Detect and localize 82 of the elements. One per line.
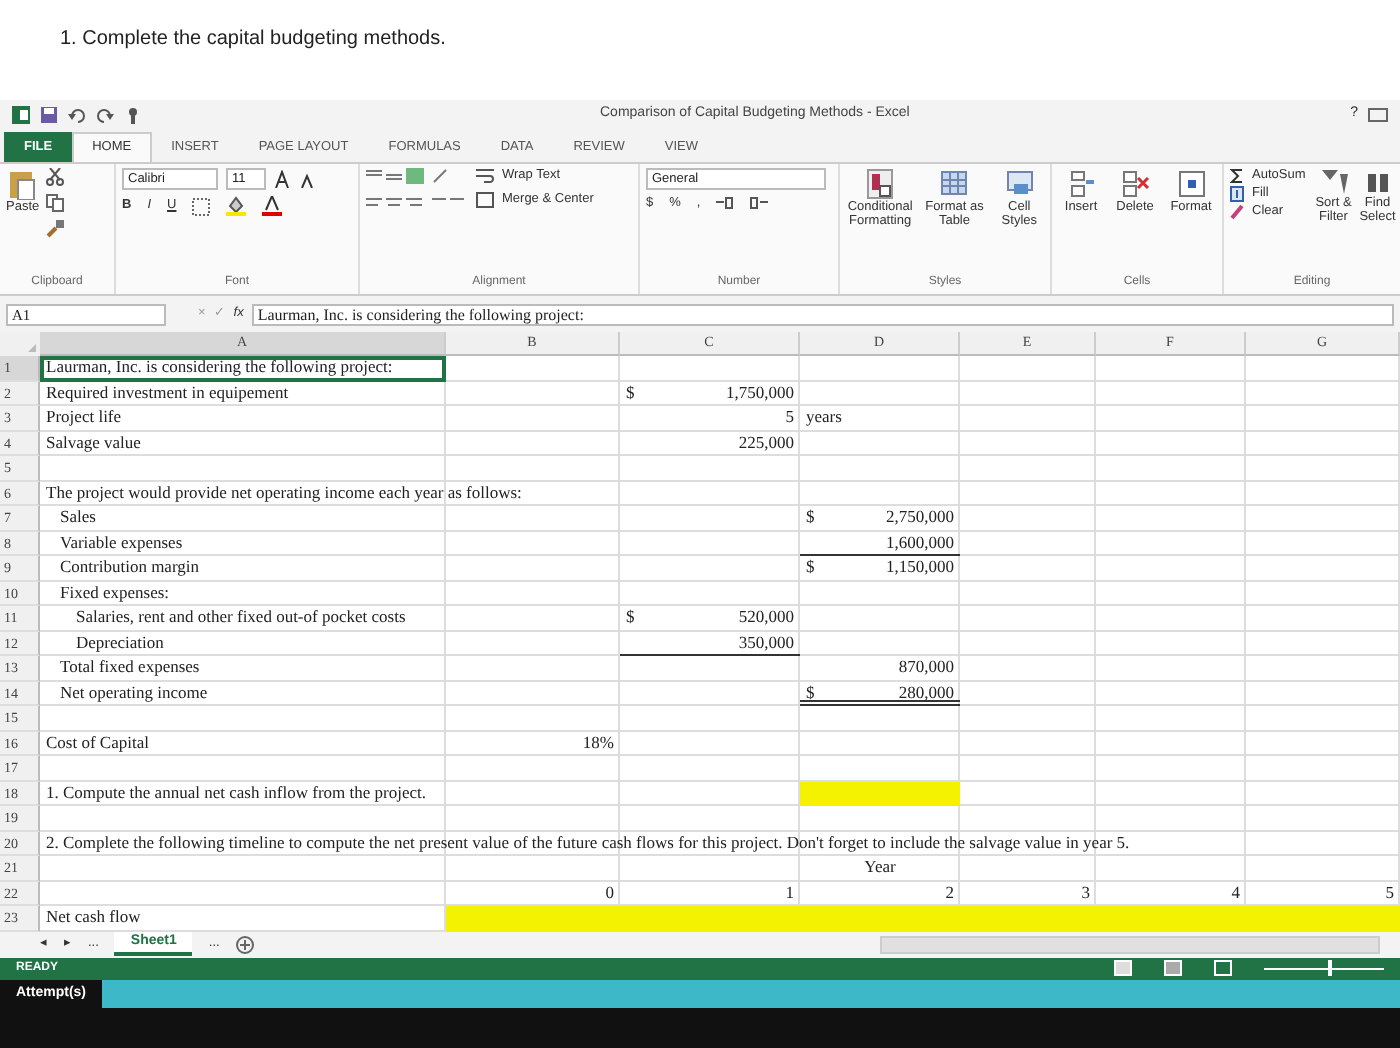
cell-text: Depreciation — [76, 631, 164, 656]
conditional-formatting-icon — [866, 168, 895, 200]
grow-font-icon[interactable] — [274, 170, 292, 188]
cell-text: Project life — [46, 406, 122, 430]
merge-cells-icon — [476, 192, 494, 208]
zoom-thumb[interactable] — [1327, 960, 1332, 976]
cell-value: 1 — [785, 881, 794, 905]
cell-text: Laurman, Inc. is considering the following project: — [46, 356, 393, 380]
cell-text: Required investment in equipement — [46, 381, 289, 406]
cell-text: The project would provide net operating income each year as follows: — [46, 481, 522, 506]
increase-decimal-icon[interactable] — [716, 196, 735, 211]
cell-text: Salvage value — [46, 431, 141, 456]
cell-value: 2 — [945, 881, 954, 905]
zoom-slider[interactable] — [1264, 960, 1384, 976]
copy-icon[interactable] — [45, 194, 64, 212]
cell-text: Net cash flow — [46, 906, 141, 930]
ribbon-display-icon[interactable] — [1368, 108, 1388, 122]
cell-value: 1,750,000 — [726, 381, 794, 405]
input-cell[interactable] — [446, 906, 620, 931]
undo-icon[interactable] — [68, 106, 86, 124]
cell-text: Salaries, rent and other fixed out-of pocket costs — [76, 606, 406, 630]
format-cells-icon — [1177, 168, 1205, 200]
currency-symbol: $ — [806, 506, 815, 530]
table-cell[interactable]: 350,000 — [620, 631, 800, 656]
cell-value: 18% — [582, 731, 614, 755]
cell-text: years — [806, 406, 842, 430]
cell-value: 350,000 — [738, 631, 794, 655]
cell-text: Sales — [60, 506, 96, 530]
input-cell[interactable] — [1246, 906, 1400, 931]
fill-down-icon — [1230, 186, 1244, 202]
cell-text: Fixed expenses: — [60, 581, 170, 606]
borders-icon[interactable] — [192, 197, 211, 215]
cell-value: 1,600,000 — [886, 531, 954, 555]
formula-field[interactable]: Laurman, Inc. is considering the following project: — [251, 303, 1394, 325]
cell-text: 2. Complete the following timeline to compute the net present value of the future cash flows for this project. Don't forget to include the salvage value in year 5. — [46, 831, 1130, 856]
delete-cells-icon — [1121, 168, 1150, 200]
cell-text: Year — [864, 856, 896, 880]
cell-text: 1. Compute the annual net cash inflow from the project. — [46, 781, 427, 806]
cell-text: Cost of Capital — [46, 731, 149, 756]
currency-symbol: $ — [806, 681, 815, 705]
page-break-icon[interactable] — [1214, 960, 1232, 976]
cell-value: 225,000 — [738, 431, 794, 455]
currency-symbol: $ — [806, 556, 815, 580]
redo-icon[interactable] — [96, 106, 114, 124]
cell-value: 280,000 — [898, 681, 954, 705]
shrink-font-icon[interactable] — [300, 170, 316, 188]
paintbrush-icon[interactable] — [45, 220, 64, 238]
instruction-text: 1. Complete the capital budgeting methods. — [60, 28, 446, 50]
cell-value: 3 — [1081, 881, 1090, 905]
save-icon[interactable] — [40, 106, 58, 124]
horizontal-scrollbar[interactable] — [880, 935, 1380, 953]
cell-value: 5 — [785, 406, 794, 430]
table-icon — [940, 168, 969, 200]
table-cell[interactable]: $ 280,000 — [800, 681, 960, 706]
insert-cells-icon — [1067, 168, 1096, 200]
cell-styles-icon — [1005, 168, 1034, 200]
active-cell[interactable]: Laurman, Inc. is considering the following project: — [40, 356, 446, 381]
cell-text: Contribution margin — [60, 556, 199, 580]
sigma-icon — [1230, 168, 1244, 184]
wrap-text-icon — [476, 168, 494, 184]
font-color-icon[interactable] — [262, 196, 283, 216]
cell-value: 5 — [1385, 881, 1394, 905]
sort-filter-icon — [1319, 168, 1348, 196]
cut-icon[interactable] — [45, 168, 64, 186]
currency-symbol: $ — [626, 381, 635, 405]
cell-value: 520,000 — [738, 606, 794, 630]
add-sheet-icon[interactable] — [235, 935, 254, 953]
table-cell[interactable]: 1,600,000 — [800, 531, 960, 556]
decrease-decimal-icon[interactable] — [750, 196, 769, 211]
cell-value: 0 — [605, 881, 614, 905]
input-cell[interactable] — [800, 781, 960, 806]
currency-symbol: $ — [626, 606, 635, 630]
clipboard-icon — [8, 168, 37, 200]
cell-text: Total fixed expenses — [60, 656, 200, 680]
cell-text: Net operating income — [60, 681, 208, 706]
cell-text: Variable expenses — [60, 531, 183, 556]
cell-value: 4 — [1231, 881, 1240, 905]
cell-value: 870,000 — [898, 656, 954, 680]
excel-icon[interactable] — [12, 106, 30, 124]
fill-color-icon[interactable] — [226, 196, 247, 216]
cell-value: 2,750,000 — [886, 506, 954, 530]
cell-value: 1,150,000 — [886, 556, 954, 580]
